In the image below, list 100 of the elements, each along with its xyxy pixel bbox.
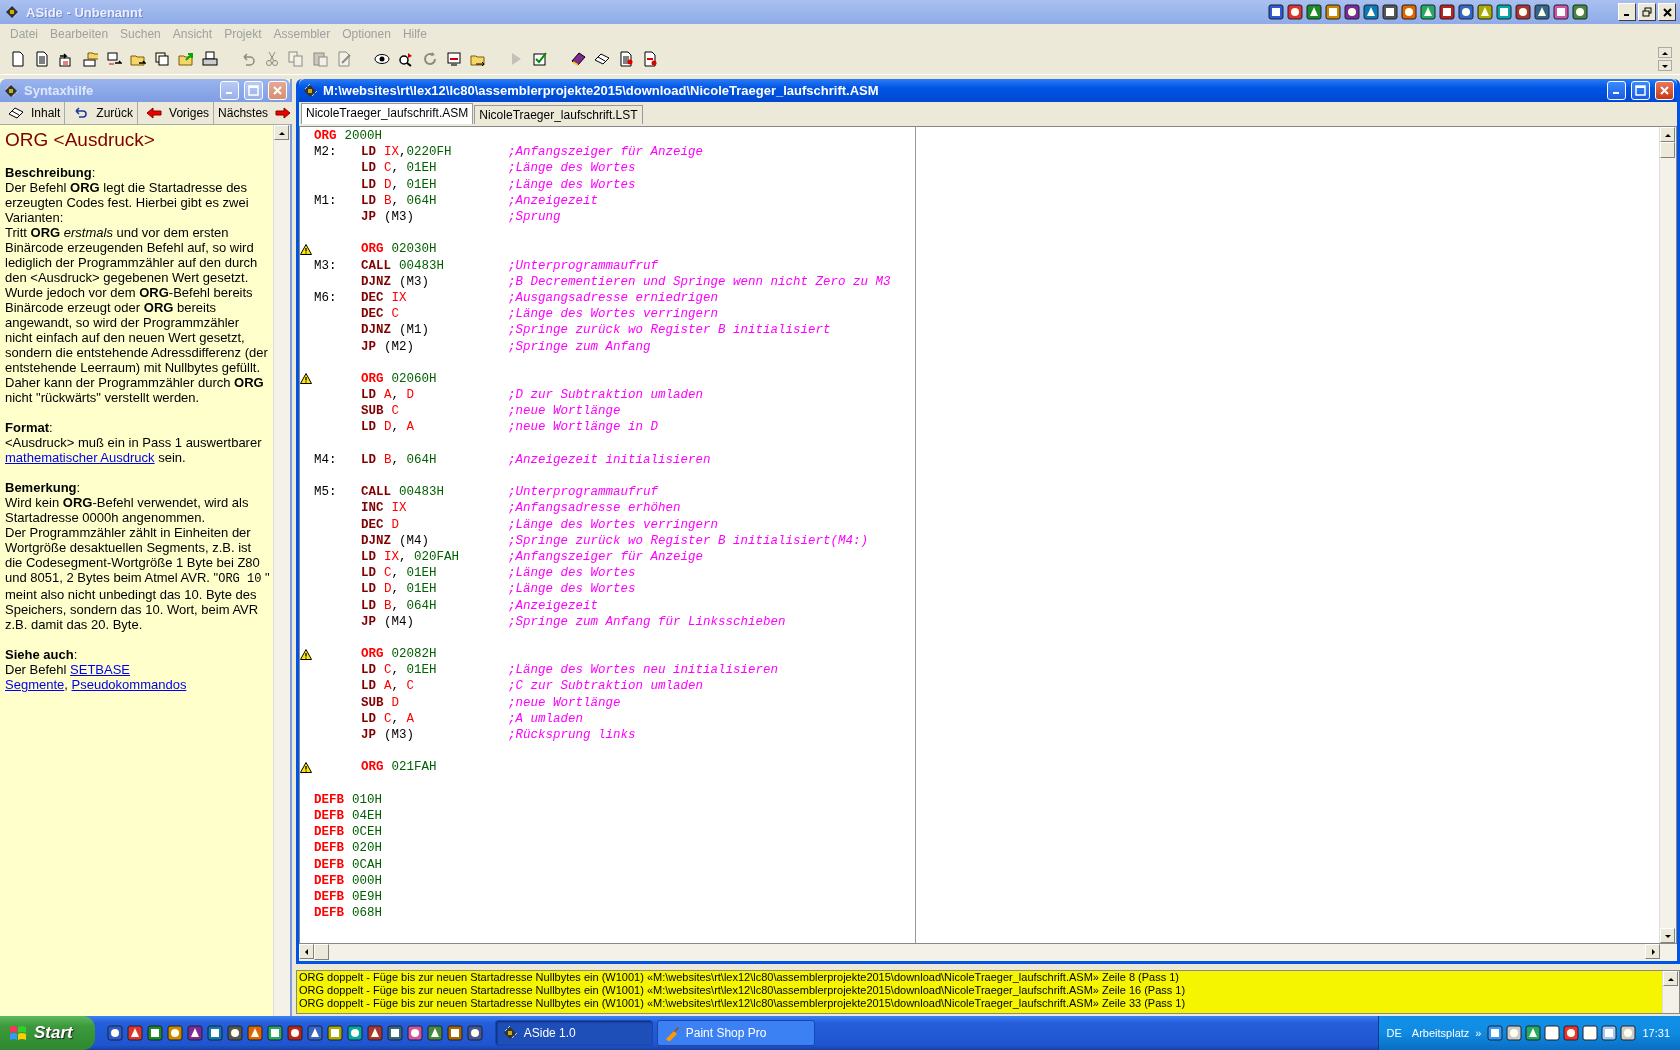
stacked-files-icon[interactable] <box>154 51 170 67</box>
quick-launch-icon[interactable] <box>206 1025 223 1041</box>
tray-icon[interactable] <box>1544 1025 1561 1041</box>
quick-launch-icon[interactable] <box>306 1025 323 1041</box>
app-shortcut-icon[interactable] <box>1420 4 1436 20</box>
taskbar-button[interactable]: Paint Shop Pro <box>656 1020 815 1046</box>
app-shortcut-icon[interactable] <box>1401 4 1417 20</box>
file-tab[interactable]: NicoleTraeger_laufschrift.LST <box>474 105 643 124</box>
code-directive: DEFB <box>314 857 344 872</box>
eye-icon[interactable] <box>374 51 390 67</box>
maximize-button[interactable] <box>1631 81 1650 100</box>
app-shortcut-icon[interactable] <box>1439 4 1455 20</box>
tray-icon[interactable] <box>1506 1025 1523 1041</box>
file-icon[interactable] <box>34 51 50 67</box>
quick-launch-icon[interactable] <box>366 1025 383 1041</box>
app-shortcut-icon[interactable] <box>1496 4 1512 20</box>
app-shortcut-icon[interactable] <box>1458 4 1474 20</box>
close-button[interactable] <box>1658 3 1676 21</box>
scrollbar[interactable] <box>1659 127 1676 943</box>
code-operand: D, 01EH <box>384 177 437 192</box>
app-shortcut-icon[interactable] <box>1268 4 1284 20</box>
code-directive: ORG <box>314 129 337 144</box>
quick-launch-icon[interactable] <box>286 1025 303 1041</box>
quick-launch-icon[interactable] <box>326 1025 343 1041</box>
taskbar-button[interactable]: ASide 1.0 <box>494 1020 653 1046</box>
code-operand: C, 01EH <box>384 161 437 176</box>
file-tab[interactable]: NicoleTraeger_laufschrift.ASM <box>301 103 474 124</box>
code-label: M5: <box>314 485 338 500</box>
toolbar-expand[interactable]: » <box>1475 1027 1482 1039</box>
quick-launch-icon[interactable] <box>346 1025 363 1041</box>
app-shortcut-icon[interactable] <box>1287 4 1303 20</box>
app-shortcut-icon[interactable] <box>1344 4 1360 20</box>
code-operand: 02030H <box>391 242 437 257</box>
app-shortcut-icon[interactable] <box>1382 4 1398 20</box>
quick-launch-icon[interactable] <box>446 1025 463 1041</box>
toolbar-label[interactable]: Arbeitsplatz <box>1411 1027 1470 1039</box>
code-mnemonic: LD <box>361 145 376 160</box>
code-comment: ;Sprung <box>508 210 562 225</box>
quick-launch-icon[interactable] <box>166 1025 183 1041</box>
message-line[interactable]: ORG doppelt - Füge bis zur neuen Startadresse Nullbytes ein (W1001) «M:\websites\rt\lex12\lc80\assemblerprojekte2015\download\NicoleTraeger_laufschrift.ASM» Zeile 8 (Pass 1) <box>299 971 1662 984</box>
app-shortcut-icon[interactable] <box>1325 4 1341 20</box>
document-pin-icon[interactable] <box>618 51 634 67</box>
quick-launch-icon[interactable] <box>226 1025 243 1041</box>
scroll-left-button[interactable] <box>299 944 314 959</box>
tray-icon[interactable] <box>1601 1025 1618 1041</box>
language-indicator[interactable]: DE <box>1386 1027 1402 1039</box>
quick-launch-icon[interactable] <box>186 1025 203 1041</box>
scroll-right-button[interactable] <box>1645 944 1660 959</box>
checklist-icon[interactable] <box>532 51 548 67</box>
scroll-thumb[interactable] <box>314 944 329 960</box>
scroll-thumb[interactable] <box>1660 142 1675 158</box>
quick-launch-icon[interactable] <box>406 1025 423 1041</box>
code-comment: ;Unterprogrammaufruf <box>508 258 660 273</box>
help-link[interactable]: SETBASE <box>70 662 130 677</box>
monitor-icon[interactable] <box>446 51 462 67</box>
quick-launch-icon[interactable] <box>246 1025 263 1041</box>
code-mnemonic: DJNZ <box>361 533 391 548</box>
app-shortcut-icon[interactable] <box>1553 4 1569 20</box>
search-icon[interactable] <box>398 51 414 67</box>
printer-icon[interactable] <box>202 51 218 67</box>
restore-button[interactable] <box>1638 3 1656 21</box>
code-mnemonic: LD <box>361 452 376 467</box>
scrollbar[interactable] <box>273 125 290 1016</box>
help-link[interactable]: Pseudokommandos <box>71 677 187 692</box>
quick-launch-icon[interactable] <box>106 1025 123 1041</box>
code-comment: ;Anzeigezeit <box>508 598 599 613</box>
app-shortcut-icon[interactable] <box>1306 4 1322 20</box>
help-link[interactable]: mathematischer Ausdruck <box>5 450 155 465</box>
quick-launch-icon[interactable] <box>146 1025 163 1041</box>
quick-launch-icon[interactable] <box>426 1025 443 1041</box>
help-text: Der Befehl ORG legt die Startadresse des erzeugten Codes fest. Hierbei gibt es zwei Varianten: <box>5 180 250 225</box>
scroll-down-button[interactable] <box>1658 60 1672 71</box>
close-icon <box>272 85 283 96</box>
quick-launch-icon[interactable] <box>466 1025 483 1041</box>
code-mnemonic: DEC <box>361 517 384 532</box>
app-shortcut-icon[interactable] <box>1572 4 1588 20</box>
quick-launch-icon[interactable] <box>126 1025 143 1041</box>
app-shortcut-icon[interactable] <box>1534 4 1550 20</box>
quick-launch-icon[interactable] <box>386 1025 403 1041</box>
minimize-button[interactable] <box>1618 3 1636 21</box>
scrollbar[interactable] <box>299 944 1677 961</box>
message-line[interactable]: ORG doppelt - Füge bis zur neuen Startadresse Nullbytes ein (W1001) «M:\websites\rt\lex12\lc80\assemblerprojekte2015\download\NicoleTraeger_laufschrift.ASM» Zeile 33 (Pass 1) <box>299 997 1662 1010</box>
document-pin-icon[interactable] <box>642 51 658 67</box>
clock[interactable]: 17:31 <box>1642 1027 1670 1039</box>
app-shortcut-icon[interactable] <box>1515 4 1531 20</box>
tray-icon[interactable] <box>1563 1025 1580 1041</box>
message-line[interactable]: ORG doppelt - Füge bis zur neuen Startadresse Nullbytes ein (W1001) «M:\websites\rt\lex12\lc80\assemblerprojekte2015\download\NicoleTraeger_laufschrift.ASM» Zeile 16 (Pass 1) <box>299 984 1662 997</box>
scrollbar[interactable] <box>1662 971 1679 1013</box>
tray-icon[interactable] <box>1620 1025 1637 1041</box>
code-comment: ;Unterprogrammaufruf <box>508 485 660 500</box>
tray-icon[interactable] <box>1525 1025 1542 1041</box>
new-file-icon[interactable] <box>10 51 26 67</box>
tray-icon[interactable] <box>1582 1025 1599 1041</box>
app-shortcut-icon[interactable] <box>1477 4 1493 20</box>
tray-icon[interactable] <box>1487 1025 1504 1041</box>
code-mnemonic: DJNZ <box>361 323 391 338</box>
quick-launch-icon[interactable] <box>266 1025 283 1041</box>
scroll-up-button[interactable] <box>1658 47 1672 58</box>
start-button[interactable]: Start <box>0 1016 95 1050</box>
app-shortcut-icon[interactable] <box>1363 4 1379 20</box>
